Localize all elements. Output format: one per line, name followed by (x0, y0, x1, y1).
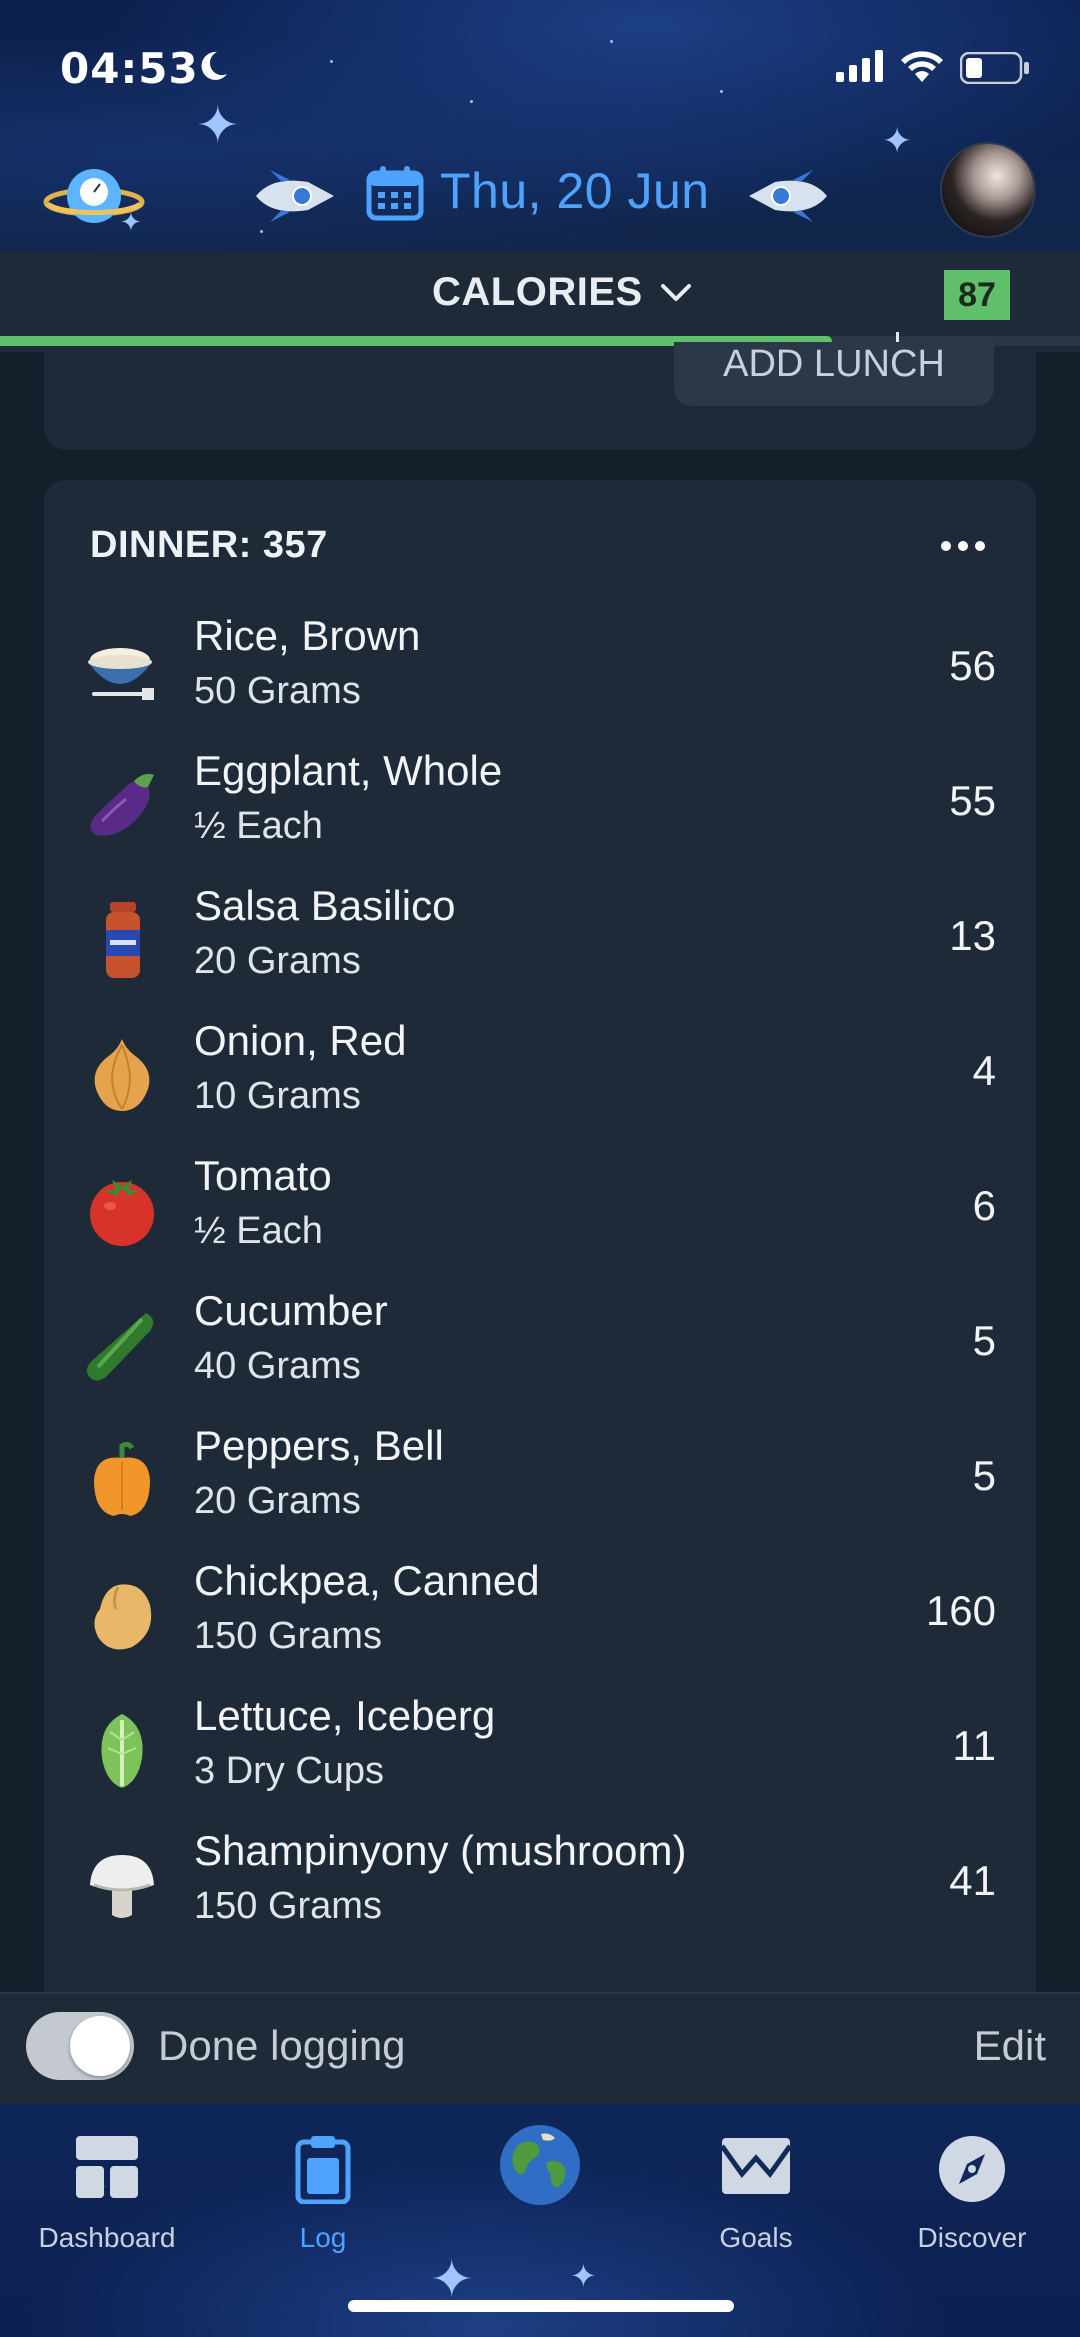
done-logging-toggle[interactable] (26, 2012, 134, 2080)
cucumber-icon (86, 1313, 154, 1381)
avatar[interactable] (940, 142, 1036, 238)
food-quantity: 40 Grams (194, 1345, 361, 1387)
dinner-title: DINNER: 357 (90, 524, 328, 566)
battery-icon (960, 52, 1029, 84)
food-calories: 6 (972, 1182, 996, 1229)
wifi-icon (901, 51, 943, 82)
tomato-icon (90, 1180, 154, 1246)
lunch-card: ADD LUNCH (44, 342, 1036, 450)
tab-label: Dashboard (38, 2222, 176, 2253)
onion-icon (94, 1039, 150, 1111)
food-row[interactable]: Salsa Basilico 20 Grams 13 (44, 874, 1036, 1008)
calories-bar[interactable]: CALORIES 87 (0, 252, 1080, 352)
signal-icon (836, 50, 883, 82)
top-header: ✦ ✦ ✦ 04:53 Thu, 20 Jun (0, 0, 1080, 252)
bell-pepper-icon (94, 1441, 150, 1516)
done-logging-label: Done logging (158, 2022, 406, 2069)
food-calories: 11 (952, 1722, 996, 1769)
rice-bowl-icon (88, 648, 154, 700)
status-bar: 04:53 (0, 0, 1080, 130)
food-calories: 41 (949, 1857, 996, 1904)
food-row[interactable]: Onion, Red 10 Grams 4 (44, 1009, 1036, 1143)
food-quantity: 50 Grams (194, 670, 361, 712)
date-navigation: Thu, 20 Jun (0, 140, 1080, 240)
food-calories: 5 (972, 1452, 996, 1499)
food-calories: 13 (949, 912, 996, 959)
moon-icon (201, 51, 227, 80)
food-quantity: ½ Each (194, 1210, 323, 1252)
food-quantity: 20 Grams (194, 1480, 361, 1522)
food-name: Tomato (194, 1152, 332, 1199)
food-calories: 56 (949, 642, 996, 689)
more-options-icon[interactable] (940, 540, 986, 552)
previous-day-rocket-icon[interactable] (252, 168, 338, 224)
lettuce-icon (101, 1714, 143, 1788)
food-row[interactable]: Lettuce, Iceberg 3 Dry Cups 11 (44, 1684, 1036, 1818)
food-row[interactable]: Chickpea, Canned 150 Grams 160 (44, 1549, 1036, 1683)
food-row[interactable]: Rice, Brown 50 Grams 56 (44, 604, 1036, 738)
food-name: Eggplant, Whole (194, 747, 503, 794)
date-label[interactable]: Thu, 20 Jun (440, 162, 710, 220)
food-quantity: 3 Dry Cups (194, 1750, 385, 1792)
food-quantity: ½ Each (194, 805, 323, 847)
food-calories: 4 (972, 1047, 996, 1094)
clipboard-icon (295, 2136, 351, 2204)
eggplant-icon (90, 773, 154, 836)
food-quantity: 10 Grams (194, 1075, 361, 1117)
food-row[interactable]: Cucumber 40 Grams 5 (44, 1279, 1036, 1413)
calories-title[interactable]: CALORIES (432, 270, 643, 315)
food-name: Cucumber (194, 1287, 388, 1334)
food-calories: 55 (949, 777, 996, 824)
mushroom-icon (90, 1855, 154, 1918)
chickpea-icon (94, 1584, 152, 1650)
calendar-icon[interactable] (366, 165, 424, 221)
food-row[interactable]: Peppers, Bell 20 Grams 5 (44, 1414, 1036, 1548)
next-day-rocket-icon[interactable] (745, 168, 831, 224)
tab-label: Goals (719, 2222, 793, 2253)
edit-button[interactable]: Edit (974, 2022, 1046, 2070)
food-name: Chickpea, Canned (194, 1557, 540, 1604)
food-row[interactable]: Shampinyony (mushroom) 150 Grams 41 (44, 1819, 1036, 1953)
sauce-jar-icon (106, 902, 140, 978)
food-quantity: 150 Grams (194, 1615, 382, 1657)
food-name: Peppers, Bell (194, 1422, 444, 1469)
food-row[interactable]: Tomato ½ Each 6 (44, 1144, 1036, 1278)
tab-globe[interactable] (440, 2122, 640, 2292)
dashboard-icon (76, 2136, 138, 2198)
food-quantity: 20 Grams (194, 940, 361, 982)
food-name: Onion, Red (194, 1017, 407, 1064)
goals-envelope-icon (720, 2138, 792, 2194)
calories-remaining-badge: 87 (944, 270, 1010, 320)
food-calories: 160 (925, 1587, 996, 1634)
tab-discover[interactable]: Discover (872, 2122, 1072, 2292)
tab-goals[interactable]: Goals (656, 2122, 856, 2292)
food-name: Salsa Basilico (194, 882, 456, 929)
tab-label: Discover (917, 2222, 1027, 2253)
chevron-down-icon[interactable] (660, 282, 692, 304)
done-logging-bar: Done logging Edit (0, 1992, 1080, 2104)
food-name: Lettuce, Iceberg (194, 1692, 496, 1739)
food-calories: 5 (972, 1317, 996, 1364)
tab-log[interactable]: Log (223, 2122, 423, 2292)
toggle-knob (70, 2016, 130, 2076)
tab-dashboard[interactable]: Dashboard (7, 2122, 207, 2292)
food-name: Shampinyony (mushroom) (194, 1827, 687, 1874)
tab-label: Log (299, 2222, 347, 2253)
food-quantity: 150 Grams (194, 1885, 382, 1927)
food-row[interactable]: Eggplant, Whole ½ Each 55 (44, 739, 1036, 873)
add-lunch-button[interactable]: ADD LUNCH (674, 342, 994, 406)
dinner-card: DINNER: 357 Rice, Brown 50 Grams 56 Eggp… (44, 480, 1036, 2010)
planet-scale-icon[interactable] (42, 162, 146, 232)
food-name: Rice, Brown (194, 612, 421, 659)
compass-icon (939, 2136, 1005, 2202)
status-time: 04:53 (60, 44, 199, 93)
globe-icon (500, 2125, 580, 2205)
home-indicator[interactable] (348, 2300, 734, 2312)
